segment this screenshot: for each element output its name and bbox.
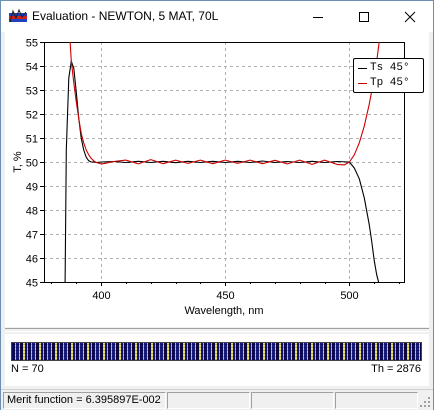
legend-swatch-ts	[358, 67, 367, 69]
legend-label-ts: Ts 45°	[370, 62, 410, 74]
y-tick-label: 52	[26, 110, 38, 122]
y-tick-label: 50	[26, 158, 38, 170]
y-tick-label: 51	[26, 134, 38, 146]
y-tick-label: 48	[26, 206, 38, 218]
legend-item-tp: Tp 45°	[358, 76, 410, 90]
minimize-button[interactable]	[295, 1, 341, 32]
window-title: Evaluation - NEWTON, 5 MAT, 70L	[32, 9, 219, 23]
legend-item-ts: Ts 45°	[358, 61, 410, 75]
y-tick-label: 55	[26, 38, 38, 50]
status-cell-3	[251, 392, 334, 409]
y-tick-label: 53	[26, 86, 38, 98]
title-bar[interactable]: Evaluation - NEWTON, 5 MAT, 70L	[1, 1, 433, 32]
status-bar: Merit function = 6.395897E-002	[1, 389, 433, 410]
y-axis-label: T, %	[12, 151, 24, 173]
close-icon	[404, 11, 416, 22]
legend-label-tp: Tp 45°	[370, 77, 410, 89]
y-tick-label: 54	[26, 62, 38, 74]
x-tick-label: 500	[340, 290, 358, 302]
y-tick-label: 46	[26, 254, 38, 266]
design-panel: N = 70 Th = 2876	[5, 334, 429, 386]
status-merit-function: Merit function = 6.395897E-002	[3, 392, 166, 409]
layer-count-label: N = 70	[11, 363, 44, 375]
minimize-icon	[313, 16, 323, 18]
resize-grip-icon[interactable]	[420, 397, 431, 408]
status-cell-4	[335, 392, 418, 409]
maximize-icon	[359, 11, 369, 22]
series-line-tp	[69, 42, 380, 166]
chart-legend: Ts 45° Tp 45°	[353, 58, 424, 93]
plot-area[interactable]: 45 46 47 48 49 50 51 52 53 54 55 400 450 500 Wavelen…	[5, 32, 429, 327]
x-axis-label: Wavelength, nm	[184, 305, 263, 317]
legend-swatch-tp	[358, 82, 367, 84]
y-tick-label: 45	[26, 278, 38, 290]
app-icon	[9, 8, 27, 24]
y-tick-label: 49	[26, 182, 38, 194]
layer-structure-strip[interactable]	[11, 342, 422, 361]
maximize-button[interactable]	[341, 1, 387, 32]
y-tick-label: 47	[26, 230, 38, 242]
thickness-label: Th = 2876	[371, 363, 421, 375]
close-button[interactable]	[387, 1, 433, 32]
x-tick-label: 400	[92, 290, 110, 302]
series-line-ts	[64, 60, 380, 283]
x-tick-label: 450	[216, 290, 234, 302]
panel-divider[interactable]	[5, 328, 429, 332]
status-cell-2	[167, 392, 250, 409]
evaluation-window: Evaluation - NEWTON, 5 MAT, 70L 45 46 47 48…	[0, 0, 434, 410]
